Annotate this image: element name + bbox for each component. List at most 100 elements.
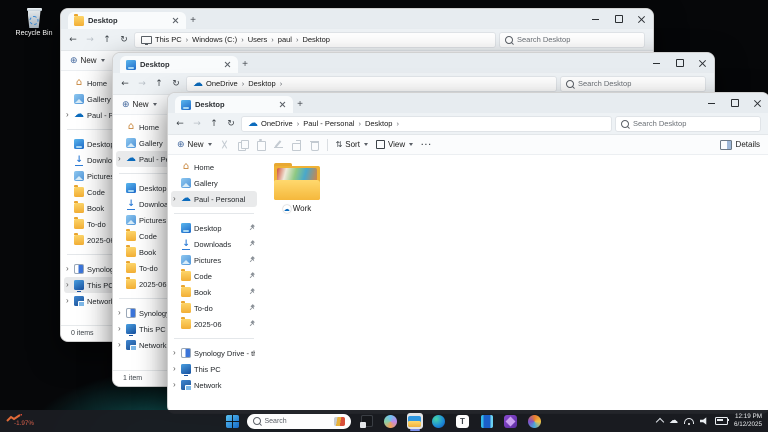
new-tab-button[interactable] xyxy=(293,96,307,113)
file-item-work[interactable]: Work xyxy=(268,163,326,213)
tab-desktop[interactable]: Desktop xyxy=(68,12,186,29)
back-icon[interactable] xyxy=(173,119,187,129)
breadcrumb-item[interactable]: Windows (C:) xyxy=(192,35,248,44)
app-swirl-button[interactable] xyxy=(527,413,543,429)
minimize-button[interactable] xyxy=(584,9,607,29)
battery-icon[interactable] xyxy=(715,417,728,425)
breadcrumb-item[interactable]: Users xyxy=(248,35,278,44)
minimize-button[interactable] xyxy=(700,93,723,113)
copilot-button[interactable] xyxy=(383,413,399,429)
close-button[interactable] xyxy=(691,53,714,73)
widgets-button[interactable]: -1.97% xyxy=(6,414,34,427)
maximize-button[interactable] xyxy=(607,9,630,29)
up-icon[interactable] xyxy=(152,79,166,89)
tab-close-icon[interactable] xyxy=(171,16,180,25)
file-area[interactable]: Work xyxy=(260,155,768,414)
breadcrumb-item[interactable]: Desktop xyxy=(248,79,286,88)
chevron-icon[interactable] xyxy=(118,308,123,318)
sidebar-item[interactable]: To-do xyxy=(171,300,257,316)
onedrive-tray-icon[interactable] xyxy=(669,416,678,426)
hidden-icons-chevron[interactable] xyxy=(656,418,664,426)
chevron-icon[interactable] xyxy=(173,348,178,358)
command-icon[interactable] xyxy=(238,140,247,150)
sidebar-item[interactable]: Gallery xyxy=(171,175,257,191)
app-book-button[interactable] xyxy=(479,413,495,429)
maximize-button[interactable] xyxy=(723,93,746,113)
tab-close-icon[interactable] xyxy=(278,100,287,109)
breadcrumb[interactable]: This PCWindows (C:)UserspaulDesktop xyxy=(134,32,496,48)
command-icon[interactable] xyxy=(220,140,229,150)
chevron-icon[interactable] xyxy=(118,340,123,350)
tab-close-icon[interactable] xyxy=(223,60,232,69)
up-icon[interactable] xyxy=(207,119,221,129)
sort-button[interactable]: Sort xyxy=(336,140,368,149)
tab-desktop[interactable]: Desktop xyxy=(175,96,293,113)
chevron-icon[interactable] xyxy=(118,324,123,334)
command-icon[interactable] xyxy=(310,140,319,150)
start-button[interactable] xyxy=(226,415,239,428)
breadcrumb-item[interactable]: Paul - Personal xyxy=(303,119,365,128)
chevron-icon[interactable] xyxy=(173,380,178,390)
breadcrumb-item[interactable]: OneDrive xyxy=(206,79,248,88)
search-input[interactable]: Search Desktop xyxy=(615,116,761,132)
chevron-icon[interactable] xyxy=(173,364,178,374)
taskbar-search-box[interactable]: Search xyxy=(247,414,351,429)
new-button[interactable]: New xyxy=(70,56,105,66)
forward-icon[interactable] xyxy=(190,119,204,129)
new-button[interactable]: New xyxy=(122,100,157,110)
forward-icon[interactable] xyxy=(83,35,97,45)
breadcrumb-item[interactable]: Desktop xyxy=(365,119,403,128)
volume-icon[interactable] xyxy=(700,417,709,425)
chevron-icon[interactable] xyxy=(66,296,71,306)
refresh-icon[interactable] xyxy=(224,119,238,129)
new-button[interactable]: New xyxy=(177,140,212,150)
file-explorer-button[interactable] xyxy=(407,413,423,429)
sidebar-item[interactable]: Paul - Personal xyxy=(171,191,257,207)
breadcrumb[interactable]: OneDrivePaul - PersonalDesktop xyxy=(241,116,612,132)
sidebar-item[interactable]: Book xyxy=(171,284,257,300)
breadcrumb-item[interactable]: OneDrive xyxy=(261,119,303,128)
sidebar-item[interactable]: Code xyxy=(171,268,257,284)
new-tab-button[interactable] xyxy=(238,56,252,73)
close-button[interactable] xyxy=(746,93,768,113)
sidebar-item[interactable]: 2025-06 xyxy=(171,316,257,332)
sidebar-item[interactable]: Home xyxy=(171,159,257,175)
breadcrumb[interactable]: OneDriveDesktop xyxy=(186,76,557,92)
view-button[interactable]: View xyxy=(376,140,413,149)
chevron-icon[interactable] xyxy=(66,264,71,274)
more-options-icon[interactable] xyxy=(421,140,432,149)
refresh-icon[interactable] xyxy=(169,79,183,89)
task-view-button[interactable] xyxy=(359,413,375,429)
chevron-icon[interactable] xyxy=(66,280,71,290)
sidebar-item[interactable]: Downloads xyxy=(171,236,257,252)
sidebar-item[interactable]: Desktop xyxy=(171,220,257,236)
breadcrumb-item[interactable]: Desktop xyxy=(302,35,330,44)
app-purple-button[interactable] xyxy=(503,413,519,429)
refresh-icon[interactable] xyxy=(117,35,131,45)
sidebar-item[interactable]: This PC xyxy=(171,361,257,377)
edge-button[interactable] xyxy=(431,413,447,429)
details-toggle[interactable]: Details xyxy=(720,140,760,150)
new-tab-button[interactable] xyxy=(186,12,200,29)
sidebar-item[interactable]: Network xyxy=(171,377,257,393)
app-t-button[interactable]: T xyxy=(455,413,471,429)
chevron-icon[interactable] xyxy=(118,154,123,164)
search-input[interactable]: Search Desktop xyxy=(560,76,706,92)
up-icon[interactable] xyxy=(100,35,114,45)
breadcrumb-item[interactable]: This PC xyxy=(155,35,192,44)
command-icon[interactable] xyxy=(274,140,283,150)
command-icon[interactable] xyxy=(256,140,265,150)
maximize-button[interactable] xyxy=(668,53,691,73)
chevron-icon[interactable] xyxy=(66,110,71,120)
tab-desktop[interactable]: Desktop xyxy=(120,56,238,73)
sidebar-item[interactable]: Synology Drive - th xyxy=(171,345,257,361)
back-icon[interactable] xyxy=(66,35,80,45)
breadcrumb-item[interactable]: paul xyxy=(278,35,303,44)
search-input[interactable]: Search Desktop xyxy=(499,32,645,48)
recycle-bin[interactable]: Recycle Bin xyxy=(10,8,58,37)
back-icon[interactable] xyxy=(118,79,132,89)
wifi-icon[interactable] xyxy=(684,418,694,424)
tray-clock[interactable]: 12:19 PM 6/12/2025 xyxy=(734,413,762,430)
chevron-icon[interactable] xyxy=(173,194,178,204)
close-button[interactable] xyxy=(630,9,653,29)
